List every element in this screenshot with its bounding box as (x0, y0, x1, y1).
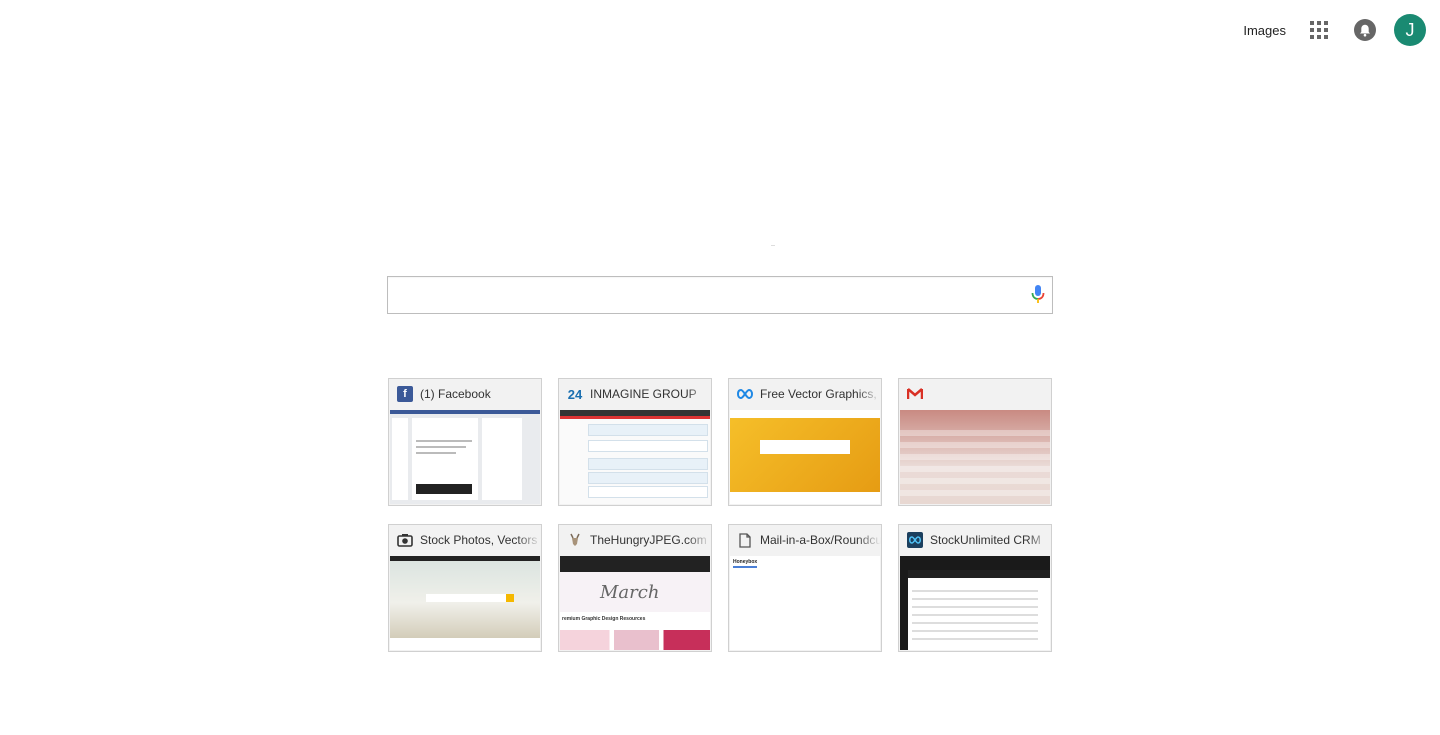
tile-gmail[interactable] (898, 378, 1052, 506)
tile-title: Mail-in-a-Box/Roundcu (760, 533, 881, 547)
tile-mail-in-a-box[interactable]: Mail-in-a-Box/Roundcu Honeybox (728, 524, 882, 652)
infinity-icon (737, 386, 753, 402)
tile-thumbnail (390, 410, 540, 504)
tile-thumbnail (730, 410, 880, 504)
tile-inmagine[interactable]: 24 INMAGINE GROUP (558, 378, 712, 506)
tile-stockunlimited[interactable]: StockUnlimited CRM (898, 524, 1052, 652)
document-icon (737, 532, 753, 548)
tile-hungry-jpeg[interactable]: TheHungryJPEG.com March remium Graphic D… (558, 524, 712, 652)
tile-thumbnail (900, 556, 1050, 650)
thumb-heading: Honeybox (733, 559, 758, 565)
facebook-icon: f (397, 386, 413, 402)
bell-icon[interactable] (1354, 19, 1376, 41)
tile-thumbnail (390, 556, 540, 650)
most-visited-tiles: f (1) Facebook 24 INMAGINE GROUP Free Ve… (388, 378, 1052, 652)
tile-thumbnail (900, 410, 1050, 504)
tile-thumbnail: Honeybox (730, 556, 880, 650)
top-bar: Images J (1243, 0, 1440, 60)
avatar-letter: J (1405, 19, 1415, 40)
tile-title: Stock Photos, Vectors (420, 533, 538, 547)
logo-placeholder (771, 245, 775, 246)
thumb-banner-text: March (600, 582, 660, 603)
tile-title: TheHungryJPEG.com (590, 533, 707, 547)
search-box[interactable] (387, 276, 1053, 315)
tile-facebook[interactable]: f (1) Facebook (388, 378, 542, 506)
tile-free-vector[interactable]: Free Vector Graphics, (728, 378, 882, 506)
tile-thumbnail: March remium Graphic Design Resources (560, 556, 710, 650)
gmail-icon (907, 386, 923, 402)
tile-title: (1) Facebook (420, 387, 491, 401)
search-input[interactable] (396, 277, 1020, 315)
stockunlimited-icon (907, 532, 923, 548)
images-link[interactable]: Images (1243, 23, 1286, 38)
tile-stock-photos[interactable]: Stock Photos, Vectors (388, 524, 542, 652)
camera-icon (397, 532, 413, 548)
tile-title: StockUnlimited CRM (930, 533, 1041, 547)
apps-grid-icon[interactable] (1310, 21, 1328, 39)
tile-title: Free Vector Graphics, (760, 387, 877, 401)
inmagine-24-icon: 24 (567, 386, 583, 402)
tile-thumbnail (560, 410, 710, 504)
tile-title: INMAGINE GROUP (590, 387, 697, 401)
thumb-caption: remium Graphic Design Resources (562, 616, 646, 622)
deer-icon (567, 532, 583, 548)
microphone-icon[interactable] (1030, 283, 1046, 307)
avatar[interactable]: J (1394, 14, 1426, 46)
